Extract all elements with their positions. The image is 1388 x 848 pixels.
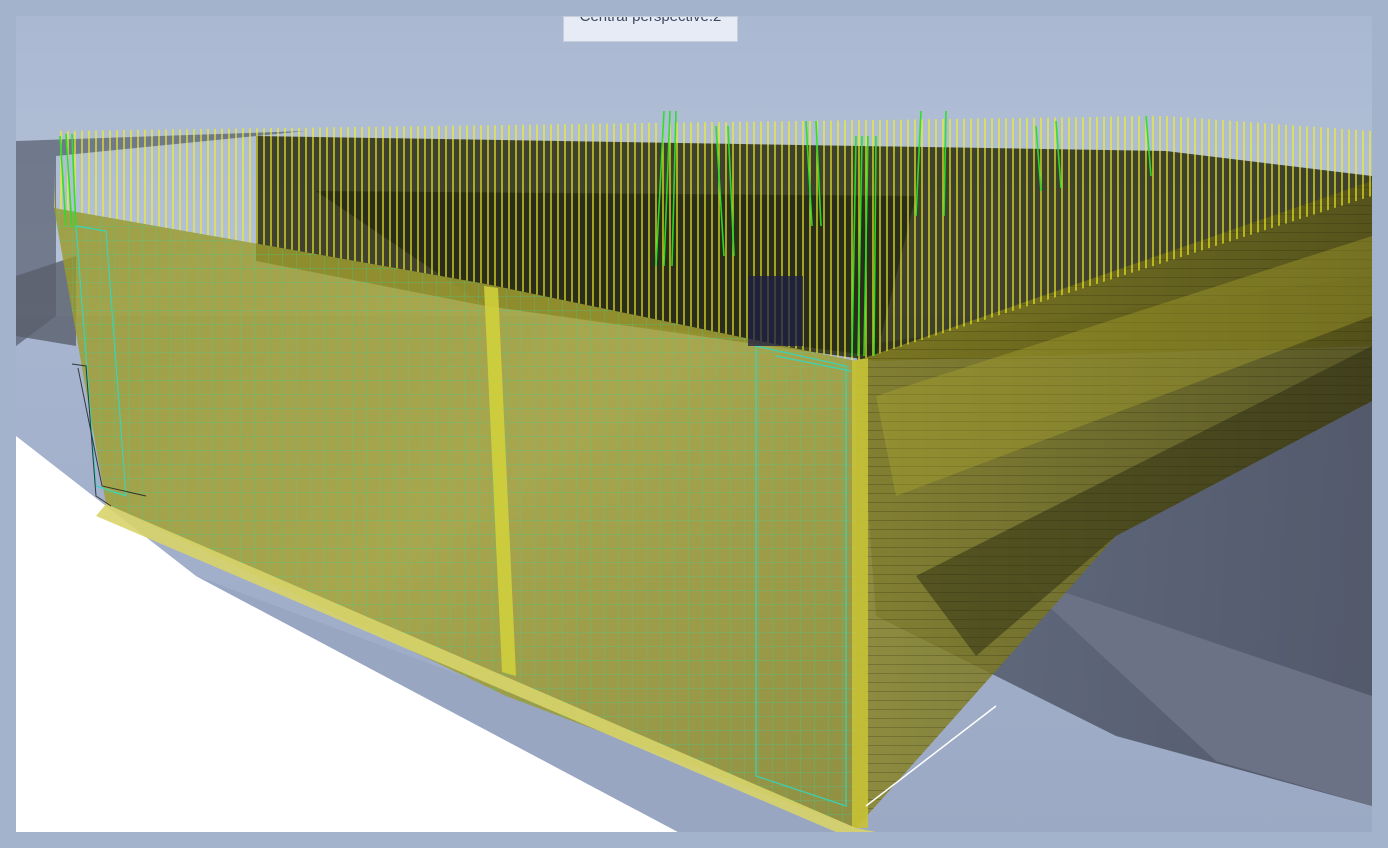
3d-scene[interactable] — [16, 16, 1372, 832]
view-name-label: Central perspective.2 — [579, 16, 722, 25]
view-name-tab[interactable]: Central perspective.2 — [563, 16, 738, 42]
application-frame: Central perspective.2 — [0, 0, 1388, 848]
3d-viewport[interactable]: Central perspective.2 — [16, 16, 1372, 832]
